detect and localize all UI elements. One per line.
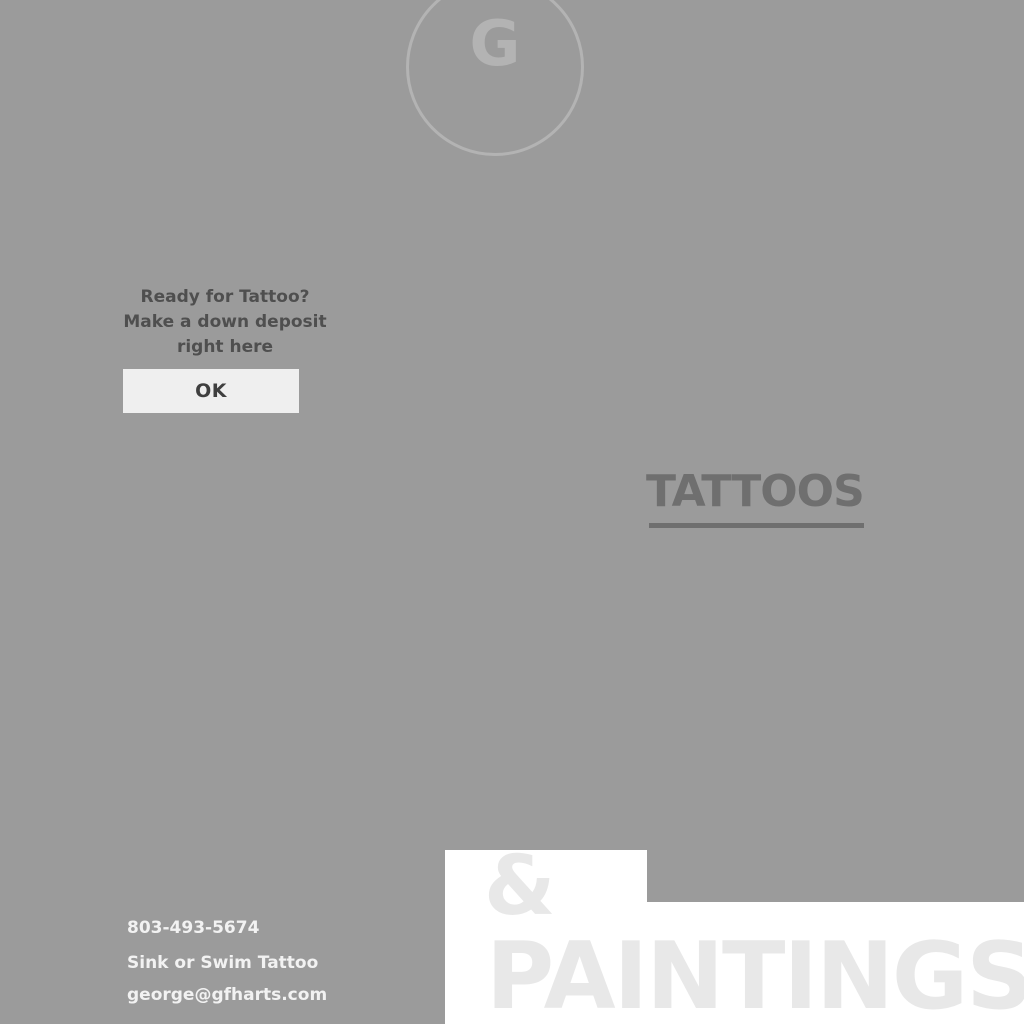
deposit-promo: Ready for Tattoo? Make a down deposit ri…: [122, 285, 328, 360]
studio-name: Sink or Swim Tattoo: [127, 953, 319, 973]
promo-line-1: Ready for Tattoo?: [140, 287, 310, 307]
tattoos-link[interactable]: TATTOOS: [646, 465, 868, 529]
email-link[interactable]: george@gfharts.com: [127, 984, 327, 1006]
logo-circle[interactable]: G: [406, 0, 584, 156]
tattoos-label: TATTOOS: [646, 466, 865, 517]
ampersand-heading: &: [484, 839, 556, 934]
ok-button[interactable]: OK: [123, 369, 299, 413]
promo-line-3: right here: [176, 337, 274, 357]
logo-letter: G: [469, 7, 521, 80]
tattoos-underline: [649, 523, 864, 528]
phone-number[interactable]: 803-493-5674: [127, 917, 259, 939]
promo-line-2: Make a down deposit: [123, 312, 327, 332]
paintings-heading[interactable]: PAINTINGS: [486, 930, 1024, 1023]
